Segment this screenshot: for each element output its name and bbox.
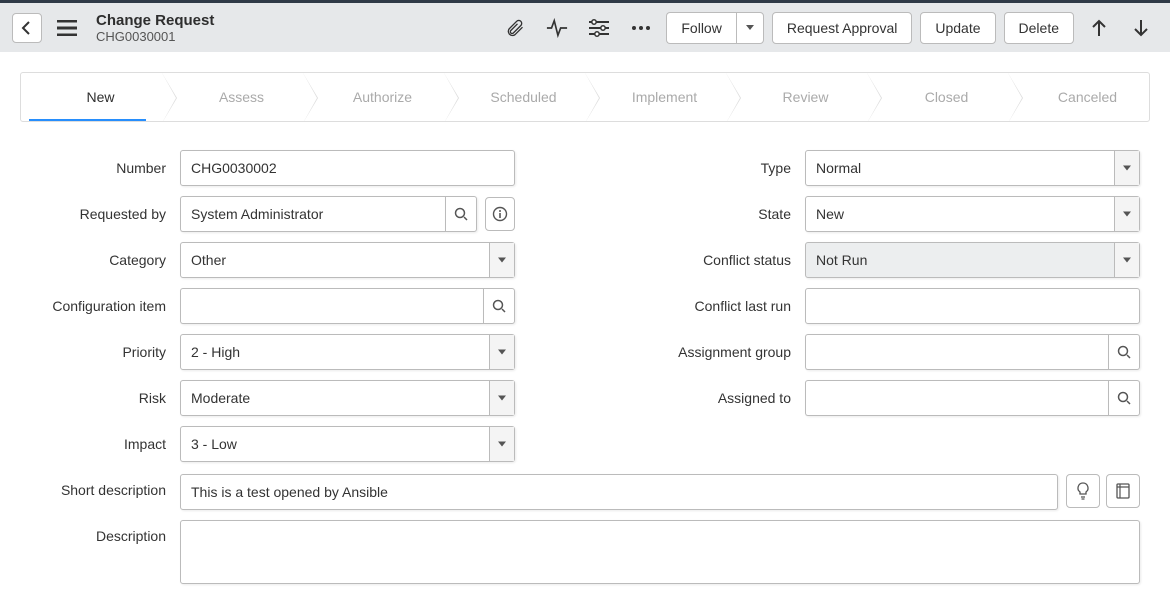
stage-new[interactable]: New [21, 73, 162, 121]
record-id: CHG0030001 [96, 29, 214, 44]
title-block: Change Request CHG0030001 [96, 12, 214, 44]
search-icon [1117, 345, 1131, 359]
impact-value: 3 - Low [191, 436, 237, 452]
stage-label: Canceled [1058, 89, 1117, 105]
stage-assess[interactable]: Assess [162, 73, 303, 121]
more-options-button[interactable] [624, 11, 658, 45]
stage-label: Review [783, 89, 829, 105]
chevron-left-icon [21, 21, 33, 35]
label-description: Description [30, 520, 180, 544]
label-requested-by: Requested by [30, 206, 180, 222]
follow-button[interactable]: Follow [666, 12, 735, 44]
impact-select[interactable]: 3 - Low [180, 426, 515, 462]
label-assignment-group: Assignment group [655, 344, 805, 360]
label-number: Number [30, 160, 180, 176]
label-conflict-status: Conflict status [655, 252, 805, 268]
stage-label: Closed [925, 89, 969, 105]
requested-by-lookup-button[interactable] [445, 196, 477, 232]
delete-button[interactable]: Delete [1004, 12, 1074, 44]
header-toolbar: Change Request CHG0030001 Follow Request… [0, 0, 1170, 52]
lightbulb-icon [1076, 482, 1090, 500]
stage-implement[interactable]: Implement [585, 73, 726, 121]
stage-label: Assess [219, 89, 264, 105]
personalize-form-button[interactable] [582, 11, 616, 45]
label-risk: Risk [30, 390, 180, 406]
stage-closed[interactable]: Closed [867, 73, 1008, 121]
previous-record-button[interactable] [1082, 11, 1116, 45]
book-icon [1116, 483, 1130, 499]
paperclip-icon [505, 18, 525, 38]
number-input[interactable] [180, 150, 515, 186]
short-description-input[interactable] [180, 474, 1058, 510]
category-value: Other [191, 252, 226, 268]
assignment-group-input[interactable] [805, 334, 1108, 370]
arrow-down-icon [1132, 19, 1150, 37]
label-assigned-to: Assigned to [655, 390, 805, 406]
stage-label: Scheduled [490, 89, 556, 105]
form-left-column: Number Requested by [30, 150, 515, 472]
more-horizontal-icon [631, 25, 651, 31]
priority-select[interactable]: 2 - High [180, 334, 515, 370]
record-title: Change Request [96, 12, 214, 29]
stage-label: New [86, 89, 114, 105]
stage-canceled[interactable]: Canceled [1008, 73, 1149, 121]
risk-value: Moderate [191, 390, 250, 406]
activity-icon [546, 18, 568, 38]
assignment-group-lookup-button[interactable] [1108, 334, 1140, 370]
label-impact: Impact [30, 436, 180, 452]
search-icon [454, 207, 468, 221]
configuration-item-input[interactable] [180, 288, 483, 324]
stage-label: Authorize [353, 89, 412, 105]
sliders-icon [589, 19, 609, 37]
hamburger-icon [57, 20, 77, 36]
arrow-up-icon [1090, 19, 1108, 37]
follow-dropdown-toggle[interactable] [736, 12, 764, 44]
suggestion-button[interactable] [1066, 474, 1100, 508]
caret-down-icon [746, 25, 754, 30]
stage-review[interactable]: Review [726, 73, 867, 121]
attachments-button[interactable] [498, 11, 532, 45]
next-record-button[interactable] [1124, 11, 1158, 45]
state-value: New [816, 206, 844, 222]
info-icon [492, 206, 508, 222]
back-button[interactable] [12, 13, 42, 43]
search-icon [492, 299, 506, 313]
label-category: Category [30, 252, 180, 268]
risk-select[interactable]: Moderate [180, 380, 515, 416]
conflict-status-value: Not Run [816, 252, 867, 268]
state-select[interactable]: New [805, 196, 1140, 232]
label-state: State [655, 206, 805, 222]
activity-button[interactable] [540, 11, 574, 45]
requested-by-info-button[interactable] [485, 197, 515, 231]
assigned-to-input[interactable] [805, 380, 1108, 416]
stage-authorize[interactable]: Authorize [303, 73, 444, 121]
follow-split-button: Follow [666, 12, 763, 44]
knowledge-button[interactable] [1106, 474, 1140, 508]
description-textarea[interactable] [180, 520, 1140, 584]
requested-by-input[interactable] [180, 196, 445, 232]
stage-scheduled[interactable]: Scheduled [444, 73, 585, 121]
stage-progress-bar: New Assess Authorize Scheduled Implement… [20, 72, 1150, 122]
request-approval-button[interactable]: Request Approval [772, 12, 913, 44]
menu-button[interactable] [50, 11, 84, 45]
search-icon [1117, 391, 1131, 405]
stage-label: Implement [632, 89, 697, 105]
label-type: Type [655, 160, 805, 176]
type-value: Normal [816, 160, 861, 176]
priority-value: 2 - High [191, 344, 240, 360]
conflict-status-select[interactable]: Not Run [805, 242, 1140, 278]
assigned-to-lookup-button[interactable] [1108, 380, 1140, 416]
category-select[interactable]: Other [180, 242, 515, 278]
type-select[interactable]: Normal [805, 150, 1140, 186]
label-short-description: Short description [30, 474, 180, 498]
label-conflict-last-run: Conflict last run [655, 298, 805, 314]
label-priority: Priority [30, 344, 180, 360]
label-configuration-item: Configuration item [30, 298, 180, 314]
conflict-last-run-input [805, 288, 1140, 324]
form-right-column: Type Normal State New Conflict status No… [655, 150, 1140, 472]
configuration-item-lookup-button[interactable] [483, 288, 515, 324]
update-button[interactable]: Update [920, 12, 995, 44]
